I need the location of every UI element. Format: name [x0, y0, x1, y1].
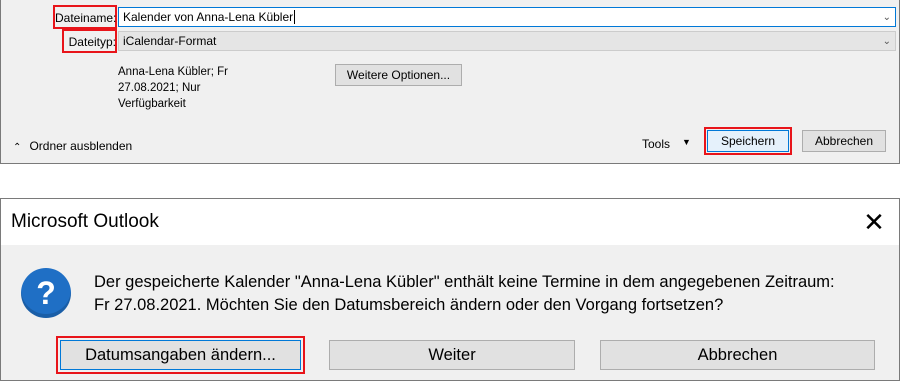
- calendar-info-line-2: 27.08.2021; Nur: [118, 82, 201, 94]
- filetype-label: Dateityp:: [68, 35, 116, 49]
- calendar-info-line-1: Anna-Lena Kübler; Fr: [118, 66, 228, 78]
- filetype-value: iCalendar-Format: [123, 34, 217, 48]
- continue-button[interactable]: Weiter: [329, 340, 575, 370]
- chevron-up-icon: ⌃: [13, 142, 22, 153]
- calendar-info-line-3: Verfügbarkeit: [118, 98, 186, 110]
- filetype-dropdown-chevron-icon[interactable]: ⌄: [883, 32, 891, 52]
- dialog-body: ? Der gespeicherte Kalender "Anna-Lena K…: [1, 245, 899, 380]
- question-icon: ?: [21, 268, 71, 318]
- message-line-1: Der gespeicherte Kalender "Anna-Lena Küb…: [94, 273, 835, 291]
- tools-menu[interactable]: Tools ▼: [642, 135, 692, 151]
- tools-label: Tools: [642, 137, 671, 151]
- message-line-2: Fr 27.08.2021. Möchten Sie den Datumsber…: [94, 296, 724, 314]
- filename-label: Dateiname:: [55, 11, 117, 25]
- change-dates-button[interactable]: Datumsangaben ändern...: [60, 340, 301, 370]
- filename-value: Kalender von Anna-Lena Kübler: [123, 10, 294, 24]
- hide-folders-toggle[interactable]: ⌃ Ordner ausblenden: [13, 137, 153, 153]
- dialog-title: Microsoft Outlook: [11, 211, 159, 232]
- caret-down-icon: ▼: [682, 137, 691, 147]
- close-icon[interactable]: ✕: [859, 207, 889, 237]
- cancel-button[interactable]: Abbrechen: [802, 130, 886, 152]
- title-bar: Microsoft Outlook ✕: [1, 199, 899, 245]
- outlook-message-dialog: Microsoft Outlook ✕ ? Der gespeicherte K…: [0, 198, 900, 381]
- filename-input[interactable]: Kalender von Anna-Lena Kübler ⌄: [118, 7, 896, 27]
- filename-dropdown-chevron-icon[interactable]: ⌄: [883, 8, 891, 26]
- cancel-dialog-button[interactable]: Abbrechen: [600, 340, 875, 370]
- hide-folders-label: Ordner ausblenden: [29, 139, 133, 153]
- more-options-button[interactable]: Weitere Optionen...: [335, 64, 462, 86]
- save-button[interactable]: Speichern: [707, 130, 789, 152]
- save-as-dialog: Dateiname: Kalender von Anna-Lena Kübler…: [0, 0, 900, 164]
- filetype-select[interactable]: iCalendar-Format ⌄: [118, 31, 896, 51]
